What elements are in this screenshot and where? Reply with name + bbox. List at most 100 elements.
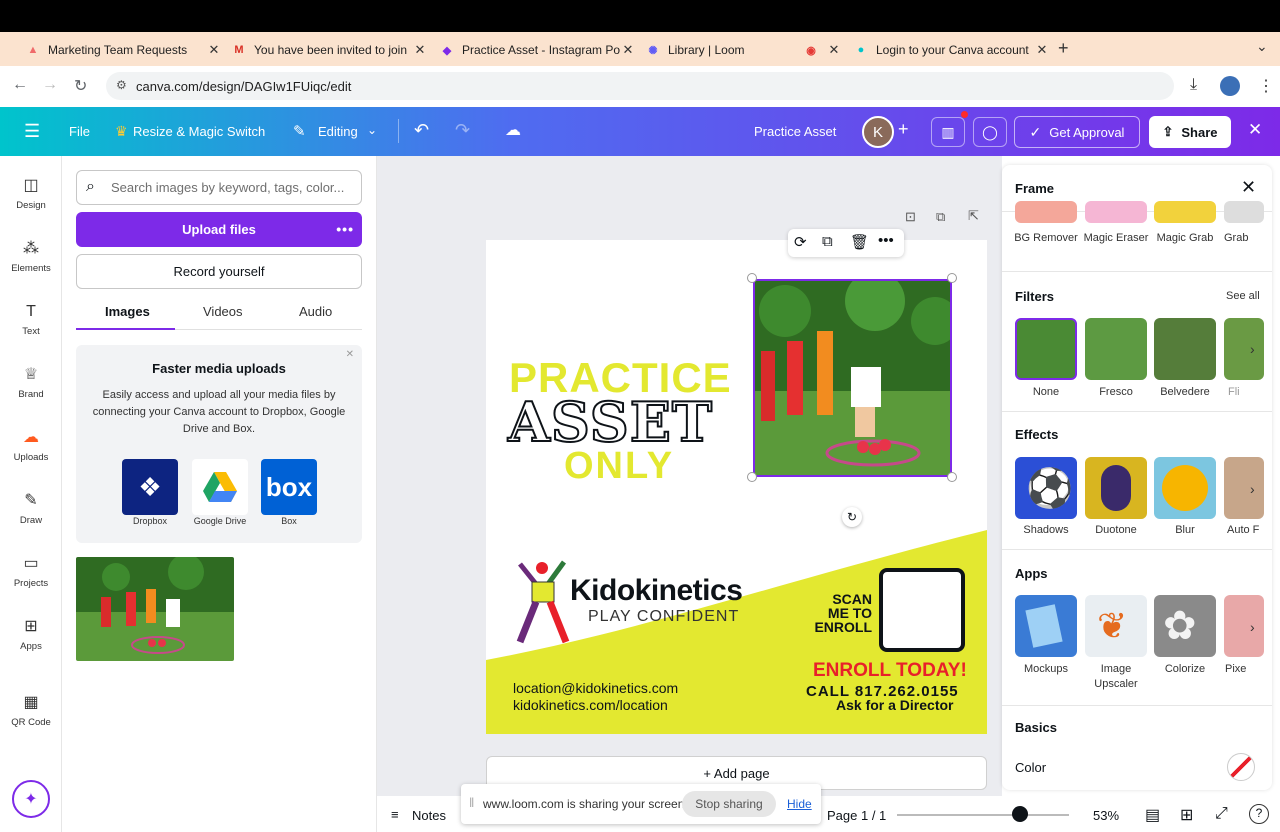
- duplicate-page-icon[interactable]: ⧉: [936, 209, 945, 225]
- close-tab-icon[interactable]: ✕: [1034, 42, 1050, 58]
- effect-shadows-tile[interactable]: ⚽: [1015, 457, 1077, 519]
- trash-icon[interactable]: 🗑: [850, 233, 869, 251]
- app-mockups-tile[interactable]: [1015, 595, 1077, 657]
- magic-sparkle-icon[interactable]: ✦: [12, 780, 50, 818]
- app-image-upscaler-tile[interactable]: ❦: [1085, 595, 1147, 657]
- page-indicator[interactable]: Page 1 / 1: [827, 808, 886, 823]
- resize-handle[interactable]: [947, 472, 957, 482]
- grid-view-icon[interactable]: ⊞: [1180, 805, 1193, 825]
- close-icon[interactable]: ✕: [346, 349, 354, 360]
- browser-menu-icon[interactable]: ⋮: [1258, 76, 1274, 96]
- brand-name[interactable]: Kidokinetics: [570, 574, 743, 608]
- comment-add-icon[interactable]: ⟳: [794, 233, 807, 251]
- box-button[interactable]: box: [261, 459, 317, 515]
- filter-none-tile[interactable]: [1015, 318, 1077, 380]
- email-text[interactable]: location@kidokinetics.com: [513, 680, 678, 696]
- uploaded-image-thumbnail[interactable]: [76, 557, 234, 661]
- duplicate-icon[interactable]: ⧉: [822, 233, 833, 250]
- browser-tab[interactable]: ▲ Marketing Team Requests ✕: [16, 36, 222, 64]
- stop-sharing-button[interactable]: Stop sharing: [682, 791, 776, 817]
- redo-icon[interactable]: ↷: [455, 120, 470, 141]
- close-tab-icon[interactable]: ✕: [206, 42, 222, 58]
- reload-icon[interactable]: ↻: [74, 76, 87, 96]
- back-icon[interactable]: ←: [12, 76, 28, 94]
- undo-icon[interactable]: ↶: [414, 120, 429, 141]
- enroll-today-text[interactable]: ENROLL TODAY!: [813, 660, 967, 682]
- url-field[interactable]: ⚙ canva.com/design/DAGIw1FUiqc/edit: [106, 72, 1174, 100]
- zoom-slider-track[interactable]: [897, 814, 1069, 816]
- filter-next-tile[interactable]: [1224, 318, 1264, 380]
- browser-tab[interactable]: ✺ Library | Loom: [636, 36, 794, 64]
- menu-icon[interactable]: ☰: [24, 121, 40, 142]
- chevron-right-icon[interactable]: ›: [1250, 481, 1255, 497]
- rail-item-projects[interactable]: ▭ Projects: [0, 554, 62, 589]
- close-tab-icon[interactable]: ✕: [826, 42, 842, 58]
- grab-tile[interactable]: [1224, 201, 1264, 223]
- more-options-icon[interactable]: •••: [336, 221, 354, 237]
- tab-search-icon[interactable]: ⌄: [1256, 38, 1268, 55]
- browser-tab[interactable]: ◉ ✕: [794, 36, 840, 64]
- close-tab-icon[interactable]: ✕: [412, 42, 428, 58]
- notes-icon[interactable]: ≡: [391, 807, 399, 822]
- filter-fresco-tile[interactable]: [1085, 318, 1147, 380]
- tab-videos[interactable]: Videos: [203, 304, 243, 319]
- resize-handle[interactable]: [747, 273, 757, 283]
- record-yourself-button[interactable]: Record yourself: [76, 254, 362, 289]
- avatar[interactable]: K: [862, 116, 894, 148]
- magic-eraser-tile[interactable]: [1085, 201, 1147, 223]
- drag-handle-icon[interactable]: ‖: [469, 795, 474, 810]
- get-approval-button[interactable]: ✓ Get Approval: [1014, 116, 1140, 148]
- ask-director-text[interactable]: Ask for a Director: [836, 697, 953, 713]
- brand-tagline[interactable]: PLAY CONFIDENT: [588, 608, 739, 626]
- editing-mode-button[interactable]: Editing: [318, 124, 358, 139]
- comments-icon[interactable]: ◯: [973, 117, 1007, 147]
- browser-tab-active[interactable]: ◆ Practice Asset - Instagram Po ✕: [430, 36, 636, 64]
- rail-item-apps[interactable]: ⊞ Apps: [0, 617, 62, 652]
- rail-item-brand[interactable]: ♕ Brand: [0, 365, 62, 400]
- resize-handle[interactable]: [747, 472, 757, 482]
- notes-button[interactable]: Notes: [412, 808, 446, 823]
- bg-remover-tile[interactable]: [1015, 201, 1077, 223]
- forward-icon[interactable]: →: [42, 76, 58, 94]
- close-icon[interactable]: ✕: [1241, 177, 1256, 198]
- rail-item-qr-code[interactable]: ▦ QR Code: [0, 693, 62, 728]
- rail-item-elements[interactable]: ⁂ Elements: [0, 239, 62, 274]
- effect-duotone-tile[interactable]: [1085, 457, 1147, 519]
- download-icon[interactable]: ⤓: [1190, 76, 1197, 94]
- qr-placeholder-box[interactable]: [879, 568, 965, 652]
- chevron-right-icon[interactable]: ›: [1250, 341, 1255, 357]
- profile-avatar[interactable]: [1220, 76, 1240, 96]
- browser-tab[interactable]: ● Login to your Canva account ✕: [844, 36, 1050, 64]
- selected-photo-frame[interactable]: [753, 279, 952, 477]
- app-next-tile[interactable]: [1224, 595, 1264, 657]
- hide-link[interactable]: Hide: [787, 797, 812, 811]
- see-all-link[interactable]: See all: [1226, 290, 1260, 302]
- help-icon[interactable]: ?: [1249, 804, 1269, 824]
- website-text[interactable]: kidokinetics.com/location: [513, 697, 668, 713]
- share-button[interactable]: ⇪ Share: [1149, 116, 1231, 148]
- effect-next-tile[interactable]: [1224, 457, 1264, 519]
- resize-handle[interactable]: [947, 273, 957, 283]
- site-info-icon[interactable]: ⚙: [116, 78, 127, 92]
- insights-icon[interactable]: ▥: [931, 117, 965, 147]
- rotate-handle-icon[interactable]: ↻: [842, 507, 862, 527]
- cloud-saved-icon[interactable]: ☁: [505, 120, 521, 140]
- google-drive-button[interactable]: [192, 459, 248, 515]
- chevron-right-icon[interactable]: ›: [1250, 619, 1255, 635]
- tab-images[interactable]: Images: [105, 304, 150, 319]
- share-page-icon[interactable]: ⇱: [968, 208, 979, 224]
- new-tab-icon[interactable]: +: [1058, 38, 1069, 59]
- headline-only[interactable]: ONLY: [564, 445, 674, 488]
- magic-grab-tile[interactable]: [1154, 201, 1216, 223]
- fullscreen-icon[interactable]: ⤢: [1215, 805, 1228, 823]
- search-input[interactable]: ⌕ Search images by keyword, tags, color.…: [76, 170, 362, 205]
- upload-files-button[interactable]: Upload files •••: [76, 212, 362, 247]
- tab-audio[interactable]: Audio: [299, 304, 332, 319]
- scan-text[interactable]: SCAN ME TO ENROLL: [798, 592, 872, 634]
- resize-magic-switch-button[interactable]: Resize & Magic Switch: [133, 124, 265, 139]
- more-icon[interactable]: •••: [878, 232, 894, 249]
- rail-item-text[interactable]: T Text: [0, 302, 62, 337]
- app-colorize-tile[interactable]: ✿: [1154, 595, 1216, 657]
- color-swatch[interactable]: [1227, 753, 1255, 781]
- lock-icon[interactable]: ⊡: [905, 209, 916, 225]
